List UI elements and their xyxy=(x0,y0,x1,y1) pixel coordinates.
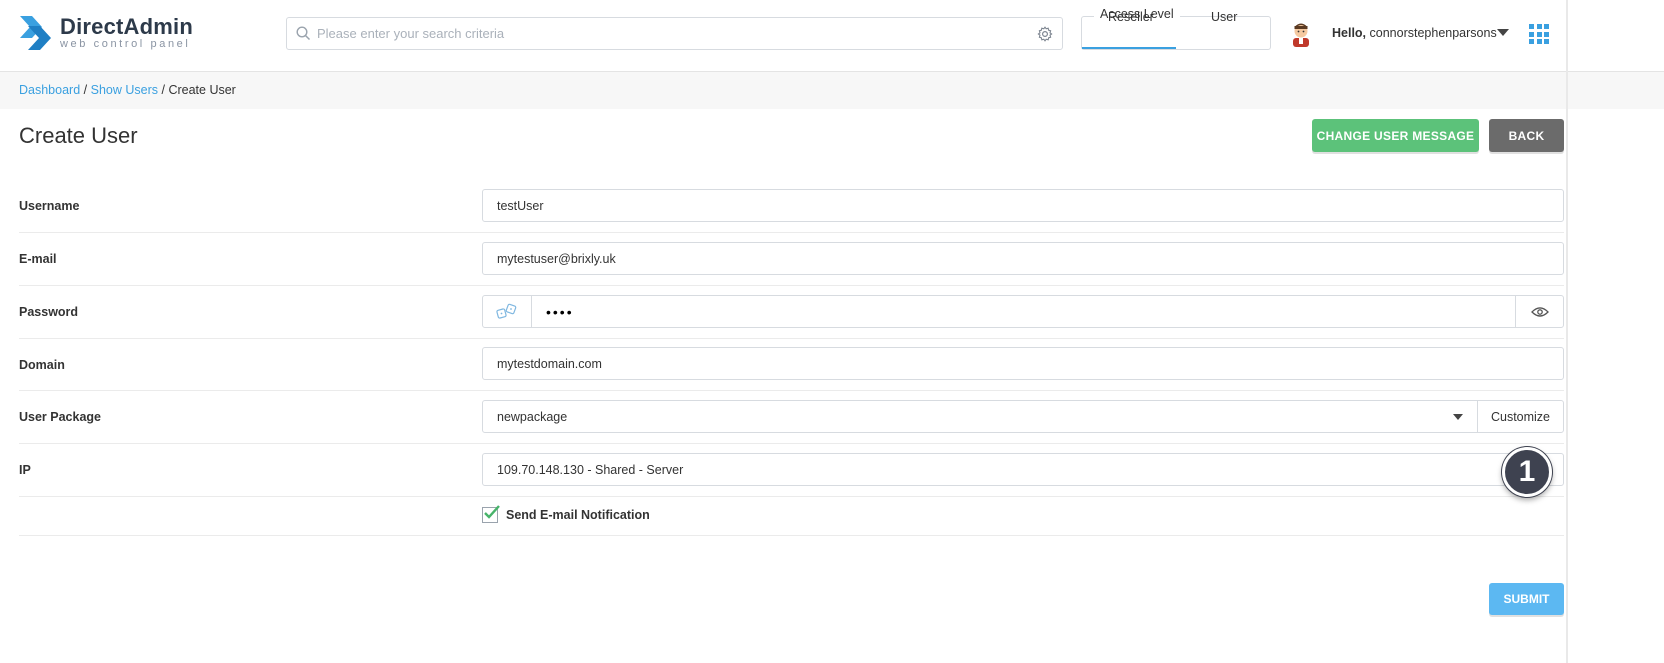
generate-password-button[interactable] xyxy=(482,295,532,328)
breadcrumb-bar: Dashboard / Show Users / Create User xyxy=(0,72,1664,109)
gear-icon[interactable] xyxy=(1037,26,1053,42)
search-icon xyxy=(296,26,311,41)
breadcrumb-show-users[interactable]: Show Users xyxy=(91,83,158,97)
notify-option[interactable]: Send E-mail Notification xyxy=(482,505,650,523)
domain-label: Domain xyxy=(19,358,65,372)
package-select-value: newpackage xyxy=(497,410,568,424)
password-input[interactable] xyxy=(531,295,1516,328)
send-email-label: Send E-mail Notification xyxy=(506,508,650,522)
breadcrumb-current: Create User xyxy=(168,83,236,97)
customize-button[interactable]: Customize xyxy=(1477,400,1564,433)
dice-icon xyxy=(496,303,517,319)
avatar[interactable] xyxy=(1290,21,1312,47)
chevron-down-icon xyxy=(1453,414,1463,420)
password-label: Password xyxy=(19,305,79,319)
notify-row xyxy=(19,497,1564,536)
directadmin-logo-icon xyxy=(20,16,51,50)
username-input[interactable] xyxy=(482,189,1564,222)
ip-select[interactable]: 109.70.148.130 - Shared - Server xyxy=(482,453,1564,486)
scrollbar-track[interactable] xyxy=(1566,0,1568,663)
checkmark-icon xyxy=(484,505,500,519)
email-label: E-mail xyxy=(19,252,57,266)
back-button[interactable]: BACK xyxy=(1489,119,1564,152)
change-user-message-button[interactable]: CHANGE USER MESSAGE xyxy=(1312,119,1479,152)
package-select[interactable]: newpackage xyxy=(482,400,1478,433)
eye-icon xyxy=(1531,307,1549,317)
page-title: Create User xyxy=(19,123,138,148)
breadcrumb-dashboard[interactable]: Dashboard xyxy=(19,83,80,97)
package-label: User Package xyxy=(19,410,102,424)
search-input[interactable] xyxy=(317,18,1037,49)
logo-title: DirectAdmin xyxy=(60,14,193,39)
user-greeting[interactable]: Hello, connorstephenparsons xyxy=(1332,26,1497,40)
email-input[interactable] xyxy=(482,242,1564,275)
ip-select-value: 109.70.148.130 - Shared - Server xyxy=(497,463,684,477)
ip-label: IP xyxy=(19,463,31,477)
logo-subtitle: web control panel xyxy=(60,38,191,50)
domain-input[interactable] xyxy=(482,347,1564,380)
submit-button[interactable]: SUBMIT xyxy=(1489,583,1564,615)
apps-grid-icon[interactable] xyxy=(1529,24,1549,44)
logo[interactable]: DirectAdmin web control panel xyxy=(18,14,193,52)
step-marker-badge: 1 xyxy=(1502,447,1552,497)
search-box[interactable] xyxy=(286,17,1063,50)
username-label: connorstephenparsons xyxy=(1369,26,1497,40)
access-tab-user[interactable]: User xyxy=(1211,10,1237,24)
show-password-button[interactable] xyxy=(1515,295,1564,328)
active-tab-indicator xyxy=(1082,47,1176,49)
breadcrumb: Dashboard / Show Users / Create User xyxy=(19,83,236,97)
send-email-checkbox[interactable] xyxy=(482,505,500,523)
access-tab-reseller[interactable]: Reseller xyxy=(1108,10,1154,24)
username-label: Username xyxy=(19,199,80,213)
chevron-down-icon[interactable] xyxy=(1497,29,1509,36)
